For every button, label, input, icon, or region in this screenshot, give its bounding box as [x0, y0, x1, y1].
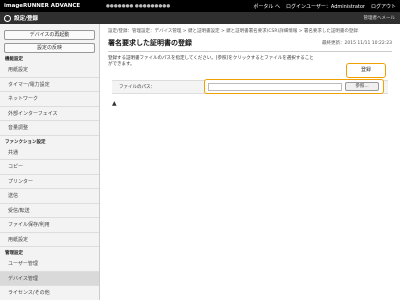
- page-title-row: 署名要求した証明書の登録 最終更新：2015 11/11 10:22:23: [108, 38, 392, 48]
- description: 登録する証明書ファイルのパスを指定してください。[参照]をクリックするとファイル…: [108, 56, 314, 67]
- file-input-group: 参照...: [204, 79, 384, 94]
- file-path-field[interactable]: [208, 82, 342, 91]
- sidebar-item-network[interactable]: ネットワーク: [0, 92, 99, 107]
- settings-icon: [4, 14, 11, 22]
- sidebar-item-timer[interactable]: タイマー/電力設定: [0, 78, 99, 92]
- last-updated: 最終更新：2015 11/11 10:22:23: [322, 41, 392, 46]
- sidebar: デバイスの再起動 設定の反映 機能設定 用紙設定 タイマー/電力設定 ネットワー…: [0, 24, 100, 300]
- file-path-label: ファイルのパス：: [119, 85, 155, 90]
- top-bar-right: ポータル へ ログインユーザー：Administrator ログアウト: [253, 3, 396, 10]
- to-top-icon[interactable]: ▲: [112, 100, 117, 107]
- page-title: 署名要求した証明書の登録: [108, 39, 192, 47]
- restart-device-button[interactable]: デバイスの再起動: [4, 30, 95, 40]
- divider: [108, 51, 392, 52]
- sidebar-item-license[interactable]: ライセンス/その他: [0, 286, 99, 300]
- browse-button[interactable]: 参照...: [345, 82, 379, 91]
- sidebar-item-volume[interactable]: 音量調整: [0, 121, 99, 136]
- breadcrumb: 設定/登録：管理設定：デバイス管理 > 鍵と証明書設定 > 鍵と証明書署名要求(…: [108, 29, 358, 34]
- main-content: 設定/登録：管理設定：デバイス管理 > 鍵と証明書設定 > 鍵と証明書署名要求(…: [100, 24, 400, 300]
- login-user-prefix: ログインユーザー：: [285, 3, 331, 10]
- sidebar-section-functions: 機能設定: [5, 57, 23, 62]
- sidebar-item-receive[interactable]: 受信/転送: [0, 204, 99, 218]
- admin-mail-link[interactable]: 管理者へメール: [364, 15, 396, 21]
- sidebar-item-send[interactable]: 送信: [0, 189, 99, 204]
- page-header: 設定/登録 管理者へメール: [0, 12, 400, 24]
- sidebar-item-device-management[interactable]: デバイス管理: [0, 271, 99, 286]
- sidebar-item-printer[interactable]: プリンター: [0, 175, 99, 189]
- sidebar-item-paper[interactable]: 用紙設定: [0, 63, 99, 78]
- product-name: imageRUNNER ADVANCE: [4, 3, 81, 9]
- sidebar-item-common[interactable]: 共通: [0, 146, 99, 160]
- device-host: ●●●●●●● ●●●●●●●●●: [106, 3, 171, 9]
- register-button[interactable]: 登録: [346, 63, 386, 78]
- portal-link[interactable]: ポータル へ: [253, 3, 280, 10]
- login-user-name: Administrator: [330, 3, 365, 10]
- login-user-label: ログインユーザー：Administrator: [286, 3, 365, 10]
- header-title-text: 設定/登録: [14, 16, 39, 22]
- sidebar-item-user-management[interactable]: ユーザー管理: [0, 257, 99, 272]
- sidebar-section-management: 管理設定: [5, 251, 23, 256]
- sidebar-item-interface[interactable]: 外部インターフェイス: [0, 107, 99, 121]
- sidebar-section-function-settings: ファンクション設定: [5, 139, 46, 145]
- sidebar-item-file-storage[interactable]: ファイル保存/利用: [0, 218, 99, 233]
- sidebar-item-paper-2[interactable]: 用紙設定: [0, 233, 99, 247]
- logout-link[interactable]: ログアウト: [371, 3, 396, 10]
- sidebar-item-copy[interactable]: コピー: [0, 160, 99, 175]
- top-bar: imageRUNNER ADVANCE ●●●●●●● ●●●●●●●●● ポー…: [0, 0, 400, 12]
- header-title: 設定/登録: [4, 14, 38, 22]
- apply-settings-button[interactable]: 設定の反映: [4, 43, 95, 53]
